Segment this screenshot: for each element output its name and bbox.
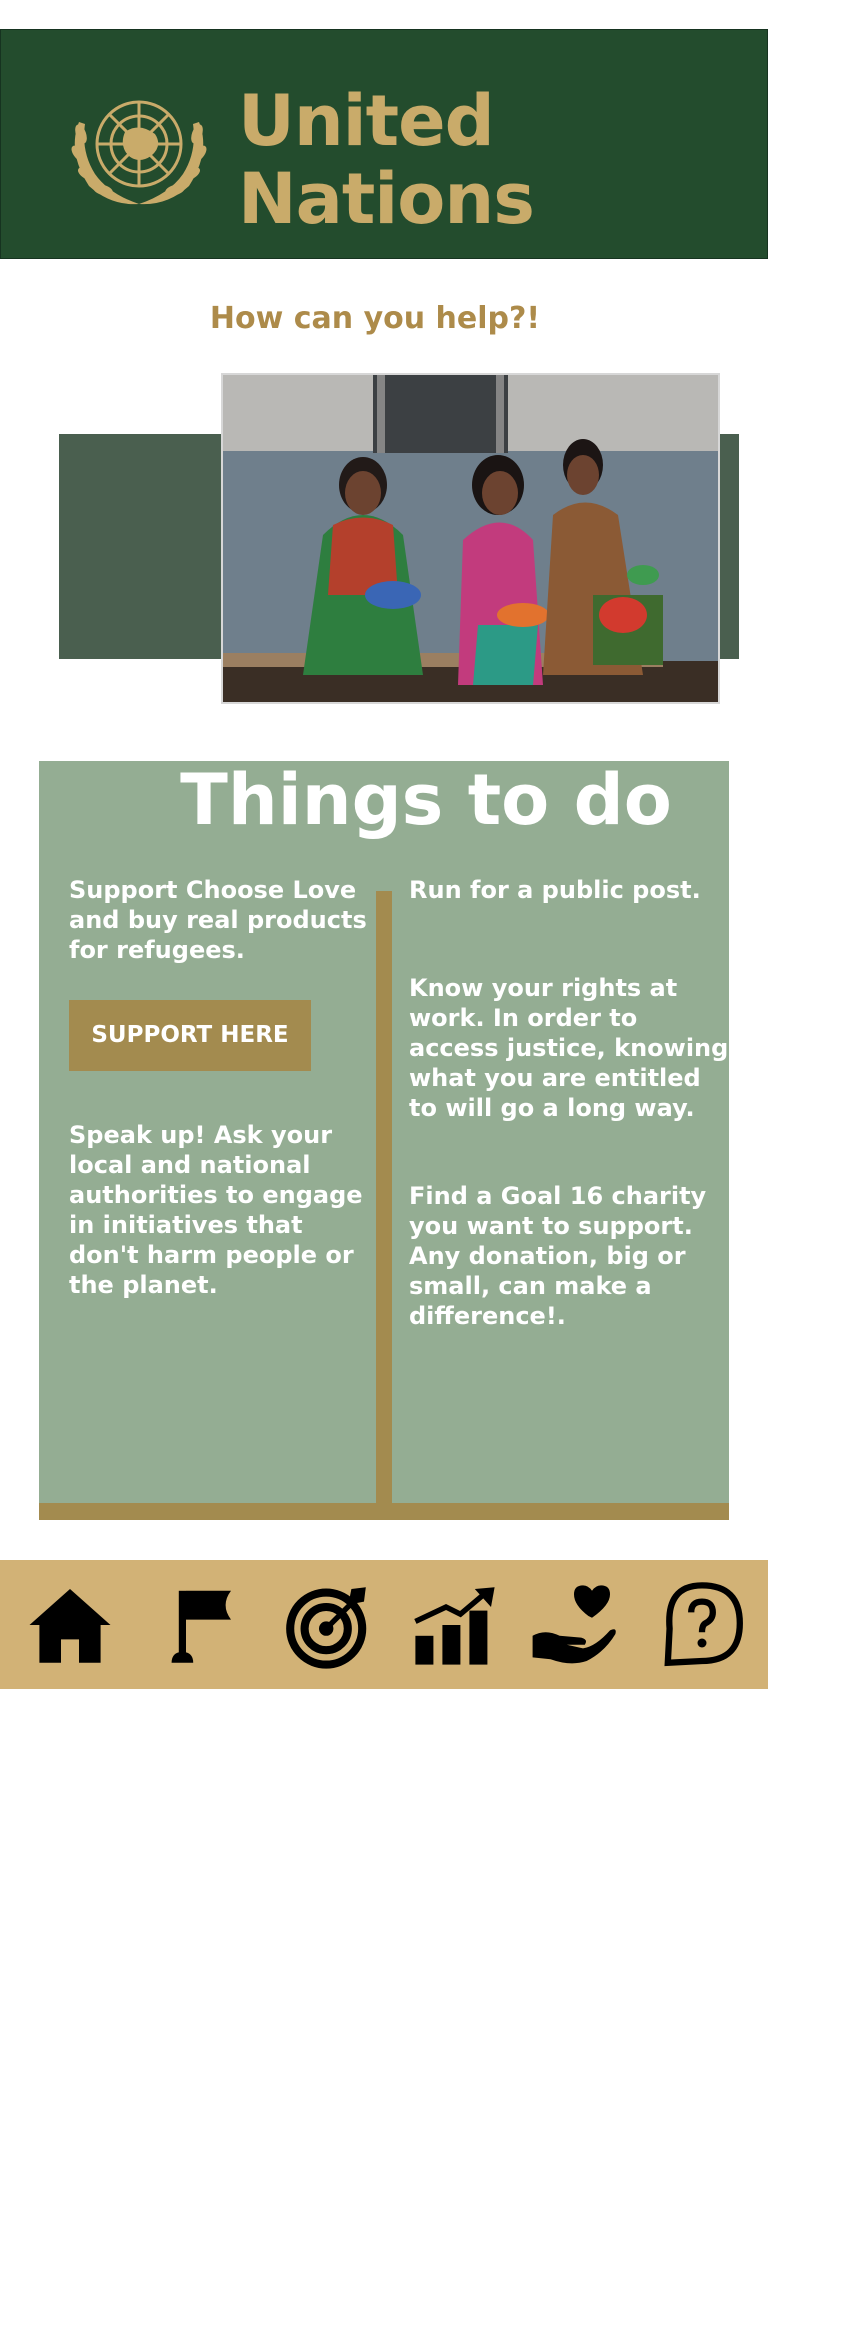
brand-title-line1: United (238, 80, 495, 162)
help-title: How can you help?! (209, 301, 541, 336)
flag-icon[interactable] (157, 1578, 251, 1672)
know-rights-text: Know your rights at work. In order to ac… (409, 974, 729, 1122)
growth-chart-icon[interactable] (408, 1578, 502, 1672)
target-icon[interactable] (281, 1578, 375, 1672)
run-for-post-text: Run for a public post. (409, 876, 701, 904)
home-icon[interactable] (23, 1578, 117, 1672)
header: United Nations (0, 29, 768, 259)
bottom-nav (0, 1560, 768, 1689)
support-choose-love-text: Support Choose Love and buy real product… (69, 876, 367, 964)
speak-up-text: Speak up! Ask your local and national au… (69, 1121, 363, 1299)
support-here-button[interactable]: SUPPORT HERE (69, 1000, 311, 1071)
question-icon[interactable] (655, 1578, 749, 1672)
un-emblem-icon (59, 82, 219, 212)
photo-women-with-babies (221, 373, 720, 704)
panel-bottom-bar (39, 1503, 729, 1520)
goal-16-charity-text: Find a Goal 16 charity you want to suppo… (409, 1182, 707, 1330)
brand-title: United Nations (238, 80, 535, 240)
brand-title-line2: Nations (238, 158, 535, 240)
column-divider (376, 891, 392, 1506)
heart-hand-icon[interactable] (527, 1578, 621, 1672)
things-to-do-title: Things to do (180, 759, 672, 841)
